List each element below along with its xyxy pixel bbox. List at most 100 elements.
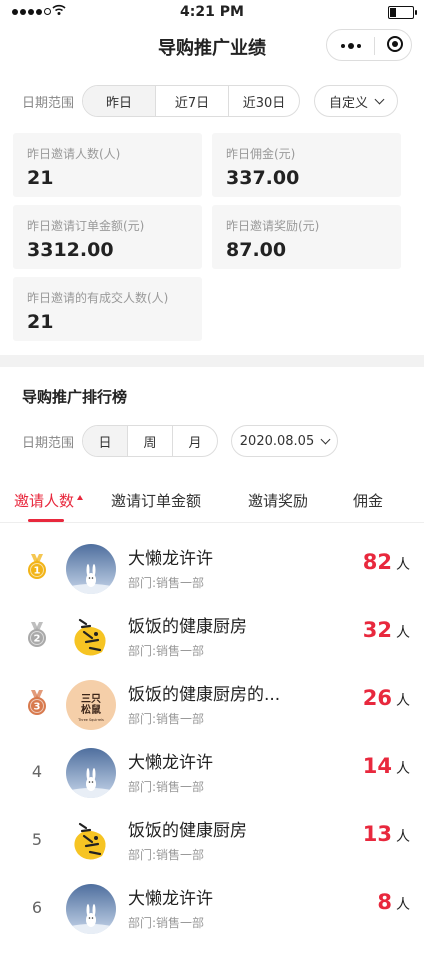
avatar [66, 816, 116, 866]
avatar [66, 748, 116, 798]
stat-card-converted: 昨日邀请的有成交人数(人) 21 [13, 277, 202, 341]
range-30days[interactable]: 近30日 [229, 86, 299, 116]
count-unit: 人 [396, 829, 410, 845]
stat-card-order-amount: 昨日邀请订单金额(元) 3312.00 [13, 205, 202, 269]
date-picker[interactable]: 2020.08.05 [231, 425, 338, 457]
member-dept: 部门:销售一部 [128, 848, 205, 862]
stat-label: 昨日佣金(元) [226, 147, 296, 161]
invite-count: 32 人 [363, 618, 410, 642]
ranking-row[interactable]: 1 大懒龙许许 部门:销售一部 82 人 [0, 534, 424, 602]
squirrel-brand-logo: 三只松鼠 Three Squirrels [66, 680, 116, 730]
ranking-row[interactable]: 6 大懒龙许许 部门:销售一部 8人 [0, 874, 424, 942]
avatar [66, 884, 116, 934]
food-avatar-image [66, 816, 116, 866]
section-divider [0, 355, 424, 367]
stat-value: 21 [27, 311, 54, 333]
stat-value: 87.00 [226, 239, 287, 261]
ranking-row[interactable]: 3 三只 松鼠 Three Squirrels 饭饭的健康厨房的... 部门:销售一… [0, 670, 424, 738]
count-value: 26 [362, 686, 392, 710]
svg-text:松鼠: 松鼠 [81, 703, 101, 716]
battery-icon [388, 6, 417, 19]
member-name: 饭饭的健康厨房 [128, 821, 247, 841]
member-dept: 部门:销售一部 [128, 780, 205, 794]
count-value: 13 [362, 822, 392, 846]
status-bar: 4:21 PM [0, 0, 424, 24]
summary-range-row: 日期范围 昨日 近7日 近30日 [22, 84, 300, 118]
stat-value: 3312.00 [27, 239, 114, 261]
rank-number: 6 [31, 898, 43, 917]
svg-text:三只: 三只 [81, 693, 101, 705]
rabbit-avatar-image [66, 884, 116, 934]
member-name: 大懒龙许许 [128, 753, 213, 773]
count-value: 8 [377, 890, 392, 914]
ranking-row[interactable]: 4 大懒龙许许 部门:销售一部 14 人 [0, 738, 424, 806]
range-day[interactable]: 日 [83, 426, 128, 456]
ranking-range-row: 日期范围 日 周 月 [22, 424, 218, 458]
more-icon[interactable] [341, 43, 361, 49]
stat-value: 21 [27, 167, 54, 189]
range-7days[interactable]: 近7日 [156, 86, 229, 116]
svg-text:2: 2 [34, 634, 41, 645]
ranking-range-selector: 日 周 月 [82, 425, 218, 457]
stat-card-reward: 昨日邀请奖励(元) 87.00 [212, 205, 401, 269]
ranking-row[interactable]: 5 饭饭的健康厨房 部门:销售一部 13 人 [0, 806, 424, 874]
member-dept: 部门:销售一部 [128, 644, 205, 658]
range-week[interactable]: 周 [128, 426, 173, 456]
tab-order-amount[interactable]: 邀请订单金额 [111, 490, 201, 511]
capsule-menu [326, 29, 412, 61]
rabbit-avatar-image [66, 544, 116, 594]
member-dept: 部门:销售一部 [128, 916, 205, 930]
invite-count: 13 人 [363, 822, 410, 846]
count-unit: 人 [396, 897, 410, 913]
svg-text:3: 3 [34, 702, 41, 713]
range-month[interactable]: 月 [173, 426, 217, 456]
chevron-down-icon [320, 434, 331, 444]
custom-range-dropdown[interactable]: 自定义 [314, 85, 398, 117]
member-name: 饭饭的健康厨房 [128, 617, 247, 637]
selected-date: 2020.08.05 [239, 433, 315, 449]
count-unit: 人 [396, 625, 410, 641]
ranking-row[interactable]: 2 饭饭的健康厨房 部门:销售一部 32 人 [0, 602, 424, 670]
member-name: 大懒龙许许 [128, 549, 213, 569]
range-yesterday[interactable]: 昨日 [83, 86, 156, 116]
custom-range-label: 自定义 [328, 95, 368, 111]
active-tab-indicator [28, 519, 64, 522]
clock: 4:21 PM [180, 4, 244, 20]
invite-count: 26 人 [363, 686, 410, 710]
rank-number: 4 [31, 762, 43, 781]
invite-count: 14 人 [363, 754, 410, 778]
count-value: 82 [362, 550, 392, 574]
tab-commission[interactable]: 佣金 [353, 490, 383, 511]
range-label: 日期范围 [22, 95, 75, 111]
count-unit: 人 [396, 693, 410, 709]
stat-card-invites: 昨日邀请人数(人) 21 [13, 133, 202, 197]
count-unit: 人 [396, 761, 410, 777]
summary-range-selector: 昨日 近7日 近30日 [82, 85, 300, 117]
rank-number: 5 [31, 830, 43, 849]
close-miniprogram-icon[interactable] [387, 36, 403, 52]
tab-invites[interactable]: 邀请人数 [14, 490, 84, 511]
member-dept: 部门:销售一部 [128, 712, 205, 726]
tab-reward[interactable]: 邀请奖励 [248, 490, 308, 511]
silver-medal-icon: 2 [28, 622, 46, 647]
count-value: 14 [362, 754, 392, 778]
stat-value: 337.00 [226, 167, 300, 189]
svg-text:1: 1 [34, 566, 41, 577]
avatar [66, 544, 116, 594]
rabbit-avatar-image [66, 748, 116, 798]
avatar [66, 612, 116, 662]
range-label: 日期范围 [22, 435, 75, 451]
member-dept: 部门:销售一部 [128, 576, 205, 590]
food-avatar-image [66, 612, 116, 662]
tab-label: 邀请人数 [14, 492, 75, 510]
ranking-title: 导购推广排行榜 [22, 388, 128, 406]
chevron-down-icon [374, 94, 385, 104]
bronze-medal-icon: 3 [28, 690, 46, 715]
stat-label: 昨日邀请的有成交人数(人) [27, 291, 169, 305]
invite-count: 82 人 [363, 550, 410, 574]
invite-count: 8人 [377, 890, 410, 914]
sort-arrow-icon [77, 495, 84, 500]
stat-label: 昨日邀请人数(人) [27, 147, 121, 161]
stat-label: 昨日邀请订单金额(元) [27, 219, 145, 233]
nav-bar: 导购推广业绩 [0, 24, 424, 68]
